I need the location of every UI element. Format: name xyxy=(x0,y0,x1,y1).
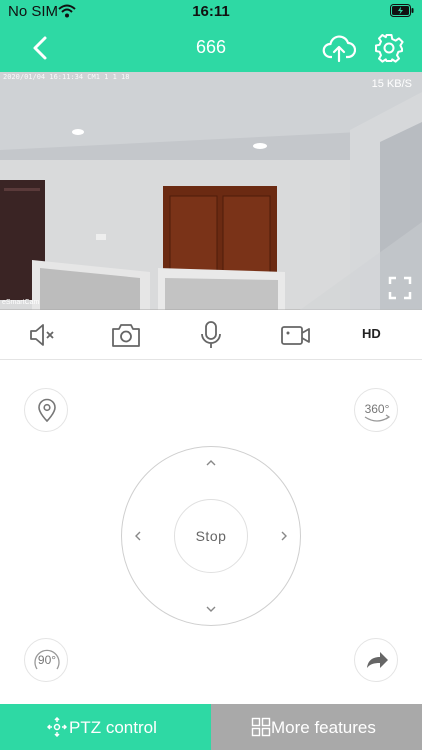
stop-button[interactable]: Stop xyxy=(174,499,248,573)
quality-toggle[interactable]: HD xyxy=(362,326,381,341)
rotate-360-button[interactable]: 360° xyxy=(354,388,398,432)
gear-icon[interactable] xyxy=(373,32,405,64)
pan-up-arrow[interactable] xyxy=(201,453,221,473)
header: No SIM 16:11 666 xyxy=(0,0,422,72)
status-bar: No SIM 16:11 xyxy=(0,0,422,24)
rotate-90-button[interactable]: 90° xyxy=(24,638,68,682)
camera-app: No SIM 16:11 666 2020/01/04 16:11:34 CM1… xyxy=(0,0,422,750)
bitrate-label: 15 KB/S xyxy=(371,78,412,90)
location-pin-icon xyxy=(38,398,56,423)
share-arrow-icon xyxy=(367,652,388,668)
mute-icon[interactable] xyxy=(26,320,58,350)
bottom-tab-bar: PTZ control More features xyxy=(0,704,422,750)
video-record-icon[interactable] xyxy=(280,320,312,350)
camera-icon[interactable] xyxy=(110,320,142,350)
video-watermark: eSmartCam xyxy=(2,299,40,306)
device-title: 666 xyxy=(195,37,227,57)
pan-left-arrow[interactable] xyxy=(128,526,148,546)
ptz-move-icon xyxy=(47,717,67,737)
tab-more-label: More features xyxy=(271,718,376,737)
camera-scene xyxy=(0,72,422,310)
tab-ptz-control[interactable]: PTZ control xyxy=(0,704,211,750)
tab-more-features[interactable]: More features xyxy=(211,704,422,750)
cloud-upload-icon[interactable] xyxy=(322,32,356,64)
status-clock: 16:11 xyxy=(192,3,230,20)
rotate-arc-icon xyxy=(34,649,60,670)
preset-location-button[interactable] xyxy=(24,388,68,432)
battery-icon xyxy=(390,4,414,17)
live-video-feed[interactable]: 2020/01/04 16:11:34 CM1 1 1 18 15 KB/S e… xyxy=(0,72,422,310)
ptz-joystick[interactable]: Stop xyxy=(121,446,301,626)
tab-ptz-label: PTZ control xyxy=(69,718,157,737)
stop-label: Stop xyxy=(195,528,227,544)
ptz-control-panel: 360° Stop 90° xyxy=(0,361,422,704)
pan-down-arrow[interactable] xyxy=(201,599,221,619)
nav-bar: 666 xyxy=(0,24,422,72)
video-toolbar: HD xyxy=(0,310,422,360)
fullscreen-icon[interactable] xyxy=(388,276,412,300)
microphone-icon[interactable] xyxy=(195,320,227,350)
pan-right-arrow[interactable] xyxy=(274,526,294,546)
share-button[interactable] xyxy=(354,638,398,682)
video-timestamp: 2020/01/04 16:11:34 CM1 1 1 18 xyxy=(3,73,130,81)
rotate-arc-icon xyxy=(364,414,391,422)
grid-icon xyxy=(251,717,271,737)
